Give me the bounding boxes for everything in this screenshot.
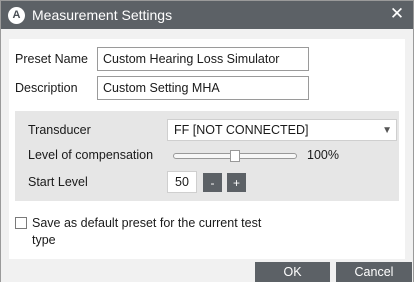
settings-panel: Transducer FF [NOT CONNECTED] ▼ Level of…: [15, 111, 399, 201]
dialog-title: Measurement Settings: [32, 7, 173, 23]
default-preset-label: Save as default preset for the current t…: [32, 215, 261, 249]
preset-name-row: Preset Name Custom Hearing Loss Simulato…: [15, 47, 309, 71]
default-preset-label-line2: type: [32, 233, 56, 247]
app-logo-icon: A: [8, 6, 25, 24]
preset-name-label: Preset Name: [15, 52, 88, 66]
slider-thumb[interactable]: [230, 150, 240, 162]
transducer-select[interactable]: FF [NOT CONNECTED] ▼: [167, 119, 397, 141]
cancel-button[interactable]: Cancel: [336, 262, 412, 282]
title-bar: A Measurement Settings ✕: [1, 1, 413, 29]
default-preset-row: Save as default preset for the current t…: [15, 215, 261, 249]
description-row: Description Custom Setting MHA: [15, 76, 309, 100]
increment-button[interactable]: +: [227, 173, 246, 192]
close-icon[interactable]: ✕: [389, 5, 405, 22]
dialog-footer: OK Cancel: [1, 262, 413, 282]
decrement-button[interactable]: -: [203, 173, 222, 192]
preset-name-input[interactable]: Custom Hearing Loss Simulator: [97, 47, 309, 71]
level-compensation-slider[interactable]: [173, 150, 297, 162]
description-label: Description: [15, 81, 78, 95]
ok-button[interactable]: OK: [255, 262, 330, 282]
measurement-settings-dialog: A Measurement Settings ✕ Preset Name Cus…: [0, 0, 414, 282]
chevron-down-icon: ▼: [382, 125, 392, 136]
level-compensation-value: 100%: [307, 148, 339, 162]
transducer-row: Transducer: [28, 123, 91, 137]
start-level-row: Start Level: [28, 175, 88, 189]
level-compensation-label: Level of compensation: [28, 148, 154, 162]
start-level-input[interactable]: 50: [167, 171, 197, 193]
dialog-body: Preset Name Custom Hearing Loss Simulato…: [9, 39, 405, 259]
default-preset-label-line1: Save as default preset for the current t…: [32, 216, 262, 230]
transducer-label: Transducer: [28, 123, 91, 137]
transducer-value: FF [NOT CONNECTED]: [174, 123, 309, 137]
start-level-label: Start Level: [28, 175, 88, 189]
description-input[interactable]: Custom Setting MHA: [97, 76, 309, 100]
level-compensation-row: Level of compensation: [28, 148, 153, 162]
default-preset-checkbox[interactable]: [15, 217, 27, 229]
